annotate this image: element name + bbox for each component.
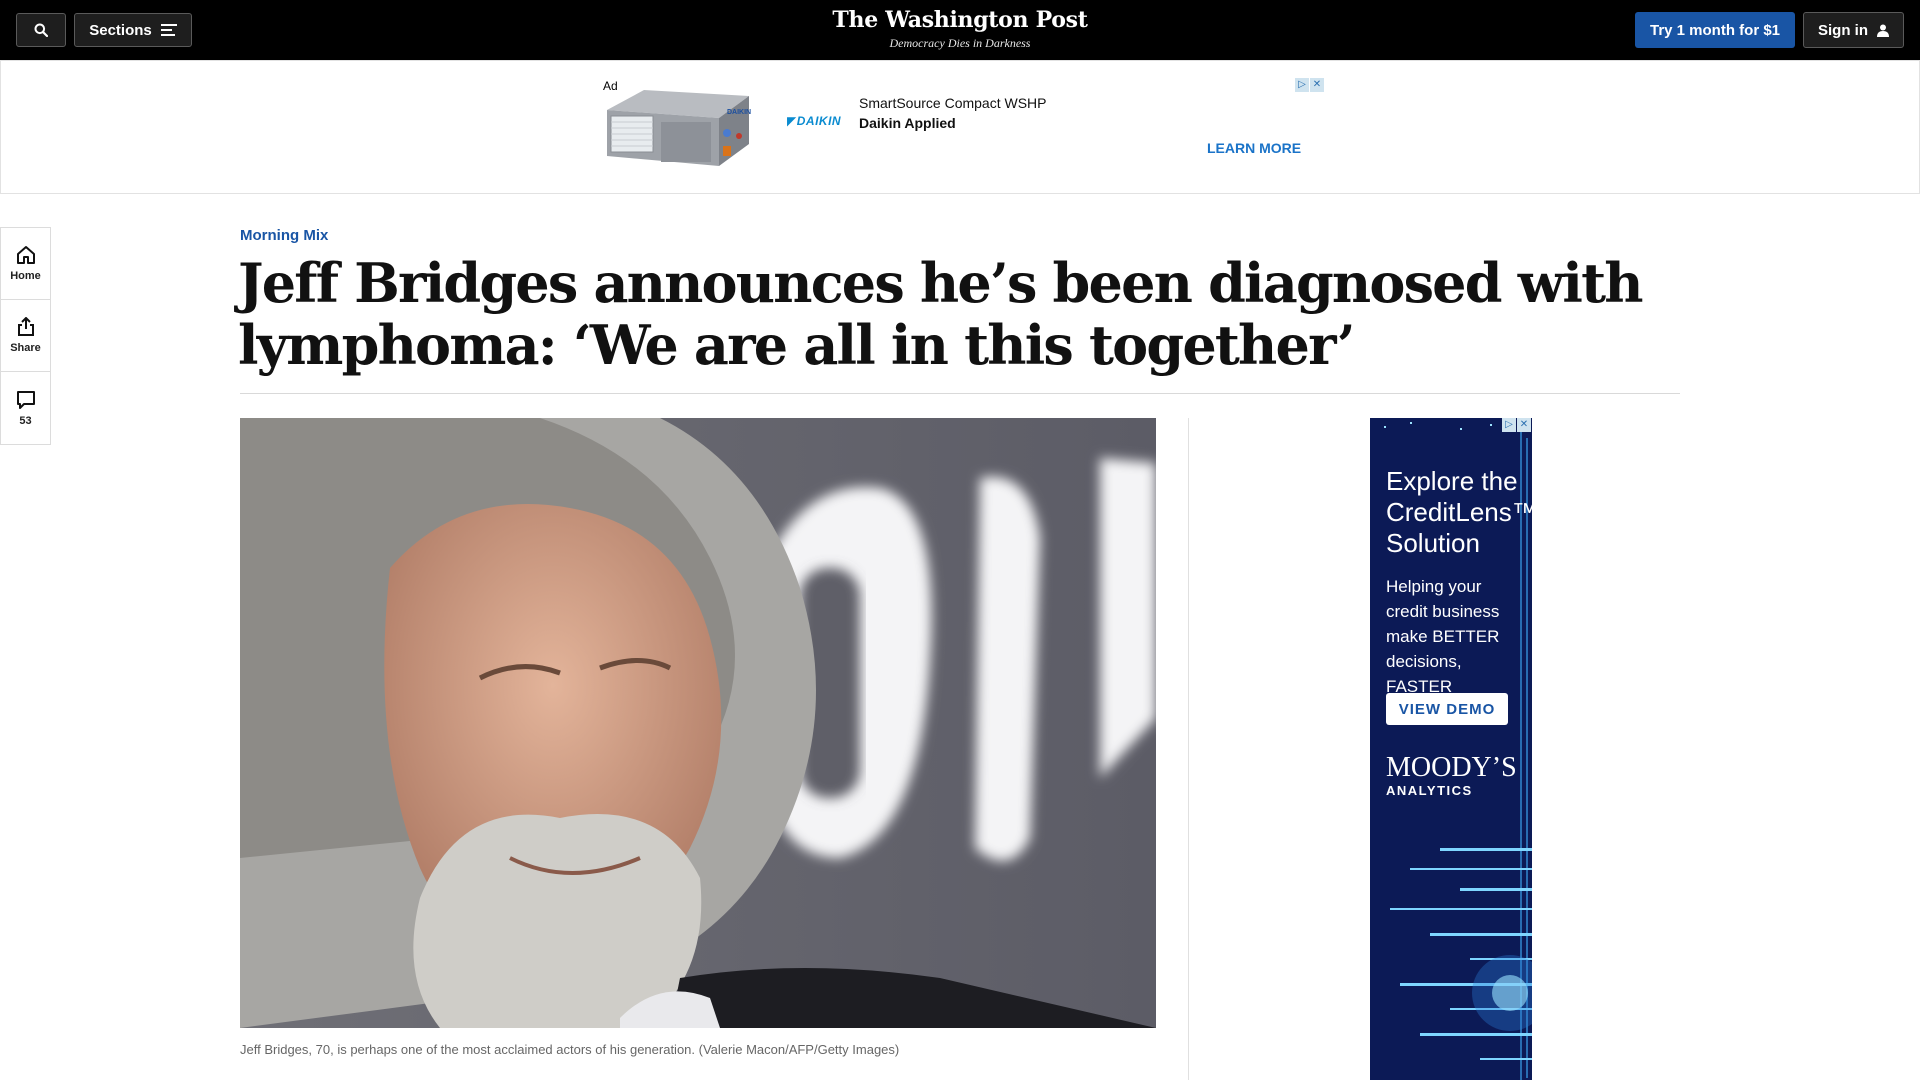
moodys-logo: MOODY’S ANALYTICS [1386,752,1517,799]
share-button[interactable]: Share [1,300,50,372]
home-button[interactable]: Home [1,228,50,300]
daikin-logo: ◤DAIKIN [787,114,842,128]
sidebar-ad-choices[interactable]: ▷ ✕ [1502,418,1531,432]
adchoices-icon[interactable]: ▷ [1295,78,1309,92]
top-nav-bar: Sections The Washington Post Democracy D… [0,0,1920,60]
brand-logo[interactable]: The Washington Post Democracy Dies in Da… [760,6,1160,51]
headline-divider [240,393,1680,394]
sign-in-button[interactable]: Sign in [1803,12,1904,48]
article-side-rail: Home Share 53 [0,227,51,445]
comments-count: 53 [19,414,32,427]
learn-more-link[interactable]: LEARN MORE [1207,140,1301,156]
ad-advertiser: Daikin Applied [859,115,956,131]
search-button[interactable] [16,13,66,47]
section-kicker[interactable]: Morning Mix [240,227,328,244]
column-divider [1188,418,1189,1080]
user-icon [1877,24,1889,37]
comments-button[interactable]: 53 [1,372,50,444]
lead-photo[interactable] [240,418,1156,1028]
menu-icon [160,24,177,36]
adchoices-icon[interactable]: ▷ [1502,418,1516,432]
photo-caption: Jeff Bridges, 70, is perhaps one of the … [240,1042,900,1057]
article-headline: Jeff Bridges announces he’s been diagnos… [238,251,1644,377]
sidebar-ad-title: Explore the CreditLens™ Solution [1386,466,1532,558]
moodys-brand-sub: ANALYTICS [1386,783,1473,798]
heat-pump-unit-image: DAIKIN [607,90,751,166]
portrait-illustration [240,418,1156,1028]
home-icon [16,246,35,264]
svg-text:DAIKIN: DAIKIN [727,109,751,116]
ad-choices[interactable]: ▷ ✕ [1295,78,1324,92]
sections-label: Sections [89,21,152,39]
top-ad-creative[interactable]: Ad DAIKIN ◤DAIKIN SmartSource Compact WS… [599,78,1327,168]
sidebar-ad[interactable]: Explore the CreditLens™ Solution Helping… [1370,418,1532,1080]
top-banner-ad: Ad DAIKIN ◤DAIKIN SmartSource Compact WS… [0,60,1920,194]
share-icon [17,317,34,336]
sign-in-label: Sign in [1818,21,1868,39]
sidebar-ad-body: Helping your credit business make BETTER… [1386,577,1500,696]
comment-icon [16,390,35,409]
close-icon[interactable]: ✕ [1310,78,1324,92]
subscribe-button[interactable]: Try 1 month for $1 [1635,12,1795,48]
ad-product-title: SmartSource Compact WSHP [859,95,1047,111]
home-label: Home [10,270,41,282]
close-icon[interactable]: ✕ [1517,418,1531,432]
ad-label: Ad [601,79,620,93]
daikin-logo-icon: ◤ [787,114,797,128]
share-label: Share [10,342,41,354]
view-demo-button[interactable]: VIEW DEMO [1386,693,1508,725]
moodys-brand: MOODY’S [1386,752,1517,783]
sidebar-ad-copy: Explore the CreditLens™ Solution Helping… [1386,466,1532,699]
brand-tagline: Democracy Dies in Darkness [889,36,1031,50]
brand-name: The Washington Post [832,7,1088,33]
sections-button[interactable]: Sections [74,13,192,47]
search-icon [34,23,48,37]
